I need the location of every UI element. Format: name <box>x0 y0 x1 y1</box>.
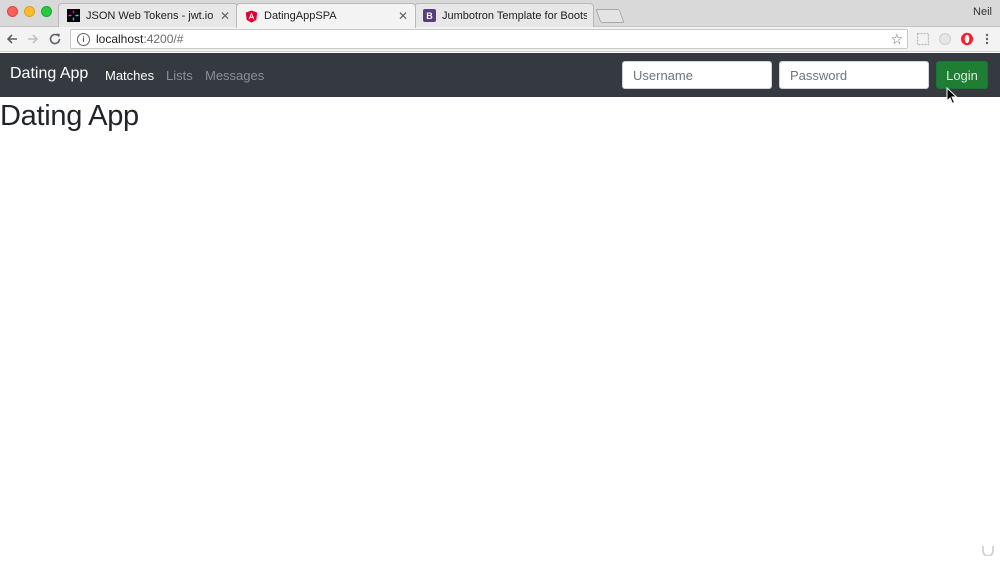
login-button[interactable]: Login <box>936 61 988 89</box>
bootstrap-icon: B <box>423 9 436 22</box>
info-icon[interactable]: i <box>77 32 90 46</box>
close-window-button[interactable] <box>7 6 18 17</box>
browser-toolbar: i localhost:4200/# ☆ <box>0 27 1000 52</box>
url-path: :4200/# <box>143 32 184 46</box>
tab-label: Jumbotron Template for Bootstrap <box>442 9 587 22</box>
close-tab-icon[interactable]: ✕ <box>397 9 409 23</box>
jwt-icon <box>67 9 80 22</box>
tab-jumbotron[interactable]: B Jumbotron Template for Bootstrap <box>414 3 594 27</box>
browser-titlebar: JSON Web Tokens - jwt.io ✕ DatingAppSPA … <box>0 0 1000 28</box>
extension-icon[interactable] <box>916 32 930 46</box>
new-tab-button[interactable] <box>595 9 625 23</box>
app-navbar: Dating App Matches Lists Messages Login <box>0 53 1000 97</box>
tab-label: JSON Web Tokens - jwt.io <box>86 9 214 22</box>
zoom-window-button[interactable] <box>41 6 52 17</box>
reload-icon[interactable] <box>47 31 63 47</box>
page-title: Dating App <box>0 100 139 132</box>
bookmark-star-icon[interactable]: ☆ <box>890 31 903 48</box>
profile-name[interactable]: Neil <box>973 6 992 18</box>
nav-link-matches[interactable]: Matches <box>105 68 154 83</box>
back-arrow-icon[interactable] <box>4 31 20 47</box>
angular-icon <box>245 10 258 23</box>
minimize-window-button[interactable] <box>24 6 35 17</box>
address-bar[interactable]: i localhost:4200/# ☆ <box>70 29 908 49</box>
password-input[interactable] <box>779 61 929 89</box>
username-input[interactable] <box>622 61 772 89</box>
tab-label: DatingAppSPA <box>264 10 337 22</box>
tab-jwt[interactable]: JSON Web Tokens - jwt.io ✕ <box>58 3 238 27</box>
opera-icon[interactable] <box>960 32 974 46</box>
mouse-pointer-icon <box>946 86 958 105</box>
menu-dots-icon[interactable] <box>980 32 994 46</box>
extension-icon[interactable] <box>938 32 952 46</box>
close-tab-icon[interactable]: ✕ <box>219 9 231 23</box>
navbar-brand[interactable]: Dating App <box>10 65 88 83</box>
forward-arrow-icon[interactable] <box>25 31 41 47</box>
watermark-logo <box>981 544 995 556</box>
nav-link-messages[interactable]: Messages <box>205 68 264 83</box>
nav-link-lists[interactable]: Lists <box>166 68 193 83</box>
svg-text:B: B <box>426 11 433 21</box>
tab-datingappspa[interactable]: DatingAppSPA ✕ <box>236 3 416 28</box>
url-host: localhost <box>96 32 144 46</box>
